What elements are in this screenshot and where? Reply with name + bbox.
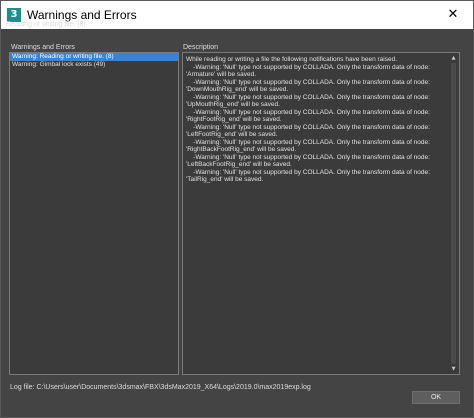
description-line: -Warning: 'Null' type not supported by C…: [186, 123, 430, 131]
description-line: 'Armature' will be saved.: [186, 71, 257, 78]
list-item[interactable]: Warning: Reading or writing file. (8): [10, 53, 178, 61]
description-text: While reading or writing a file the foll…: [186, 56, 448, 184]
app-icon: 3: [7, 8, 21, 22]
description-line: -Warning: 'Null' type not supported by C…: [186, 108, 430, 116]
description-line: 'RightFootRig_end' will be saved.: [186, 116, 282, 123]
description-line: -Warning: 'Null' type not supported by C…: [186, 138, 430, 146]
list-item[interactable]: Warning: Gimbal lock exists (49): [10, 61, 178, 69]
description-line: -Warning: 'Null' type not supported by C…: [186, 93, 430, 101]
vertical-scrollbar[interactable]: ▲ ▼: [449, 54, 458, 373]
description-line: 'LeftBackFootRig_end' will be saved.: [186, 161, 292, 168]
scroll-up-arrow-icon[interactable]: ▲: [449, 54, 458, 62]
header-summary: Reading or writing file. (8): [6, 21, 86, 28]
description-line: -Warning: 'Null' type not supported by C…: [186, 63, 430, 71]
description-line: While reading or writing a file the foll…: [186, 56, 398, 63]
description-panel-title: Description: [183, 44, 219, 51]
log-file-path: Log file: C:\Users\user\Documents\3dsmax…: [10, 384, 311, 391]
description-line: 'TailRig_end' will be saved.: [186, 176, 264, 183]
description-line: 'LeftFootRig_end' will be saved.: [186, 131, 278, 138]
close-button[interactable]: ✕: [433, 1, 473, 29]
description-line: 'UpMouthRig_end' will be saved.: [186, 101, 280, 108]
description-line: -Warning: 'Null' type not supported by C…: [186, 153, 430, 161]
description-line: 'DownMouthRig_end' will be saved.: [186, 86, 289, 93]
scroll-track[interactable]: [451, 63, 456, 364]
warnings-list[interactable]: Warning: Reading or writing file. (8) Wa…: [9, 52, 179, 375]
description-line: -Warning: 'Null' type not supported by C…: [186, 168, 430, 176]
window-title: Warnings and Errors: [27, 8, 137, 22]
description-line: -Warning: 'Null' type not supported by C…: [186, 78, 430, 86]
description-box[interactable]: While reading or writing a file the foll…: [182, 52, 460, 375]
description-line: 'RightBackFootRig_end' will be saved.: [186, 146, 297, 153]
ok-button[interactable]: OK: [412, 391, 460, 404]
scroll-down-arrow-icon[interactable]: ▼: [449, 365, 458, 373]
warnings-panel-title: Warnings and Errors: [11, 44, 75, 51]
